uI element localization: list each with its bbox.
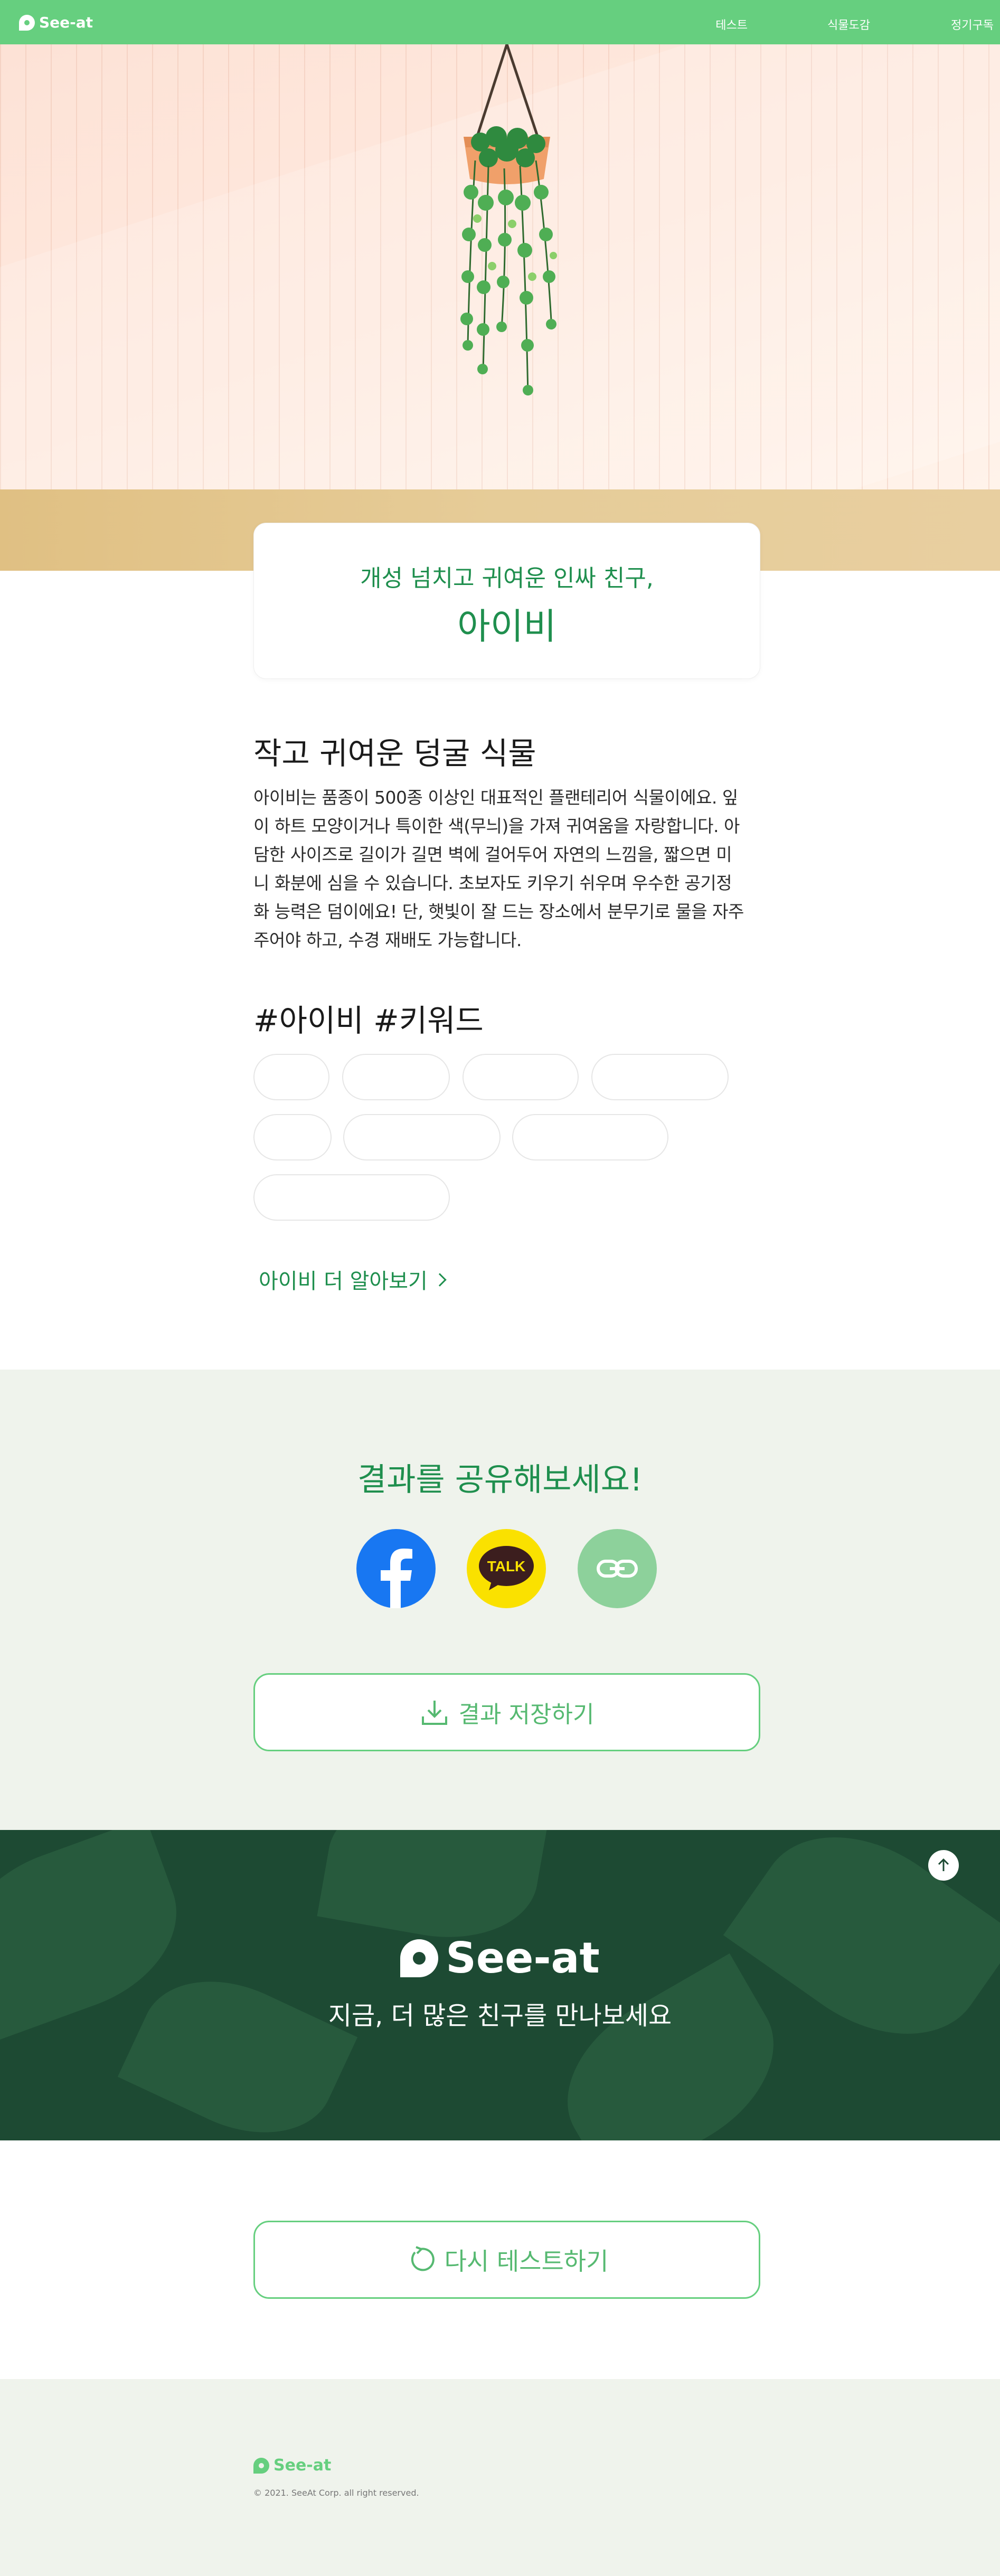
description-line: 아이비는 품종이 500종 이상인 대표적인 플랜테리어 식물이에요. 잎 — [253, 787, 738, 808]
keyword-tag — [512, 1114, 668, 1160]
header-logo-text: See-at — [39, 14, 93, 31]
copy-link-button[interactable] — [578, 1529, 657, 1608]
result-subtitle: 개성 넘치고 귀여운 인싸 친구, — [360, 565, 654, 592]
description-line: 이 하트 모양이거나 특이한 색(무늬)을 가져 귀여움을 자랑합니다. 아 — [253, 816, 740, 836]
learn-more-label: 아이비 더 알아보기 — [259, 1269, 428, 1294]
keyword-tag — [591, 1054, 729, 1100]
result-title: 아이비 — [457, 606, 556, 648]
download-icon — [421, 1701, 447, 1725]
retest-label: 다시 테스트하기 — [444, 2247, 609, 2276]
learn-more-link[interactable]: 아이비 더 알아보기 — [259, 1264, 447, 1295]
facebook-share-button[interactable] — [356, 1529, 436, 1608]
description-text: 아이비는 품종이 500종 이상인 대표적인 플랜테리어 식물이에요. 잎 이 … — [253, 784, 760, 955]
description-line: 담한 사이즈로 길이가 길면 벽에 걸어두어 자연의 느낌을, 짧으면 미 — [253, 844, 732, 865]
scroll-to-top-button[interactable] — [928, 1850, 959, 1881]
share-section: 결과를 공유해보세요! TALK 결과 저장하기 — [0, 1370, 1000, 1830]
chevron-right-icon — [433, 1273, 447, 1287]
nav-plant-guide[interactable]: 식물도감 — [827, 16, 870, 33]
description-line: 화 능력은 덤이에요! 단, 햇빛이 잘 드는 장소에서 분무기로 물을 자주 — [253, 901, 744, 922]
copyright-text: © 2021. SeeAt Corp. all right reserved. — [253, 2488, 419, 2498]
banner-logo: See-at — [0, 1933, 1000, 1983]
banner-logo-text: See-at — [446, 1933, 600, 1983]
banner-subtitle: 지금, 더 많은 친구를 만나보세요 — [328, 2001, 672, 2031]
link-icon — [597, 1560, 638, 1578]
share-title: 결과를 공유해보세요! — [357, 1461, 643, 1498]
result-card: 개성 넘치고 귀여운 인싸 친구, 아이비 — [253, 523, 760, 679]
facebook-icon — [381, 1549, 412, 1608]
kakaotalk-icon: TALK — [479, 1546, 534, 1590]
retest-button[interactable]: 다시 테스트하기 — [253, 2221, 760, 2299]
keyword-tag — [253, 1054, 329, 1100]
footer-logo-text: See-at — [273, 2456, 332, 2475]
keyword-tag — [253, 1174, 450, 1221]
top-navigation-bar: See-at 테스트 식물도감 정기구독 — [0, 0, 1000, 44]
kakaotalk-label: TALK — [487, 1558, 526, 1574]
keyword-tag — [253, 1114, 332, 1160]
header-logo[interactable]: See-at — [19, 14, 93, 31]
description-line: 주어야 하고, 수경 재배도 가능합니다. — [253, 930, 522, 950]
footer: See-at © 2021. SeeAt Corp. all right res… — [0, 2379, 1000, 2576]
keyword-tag — [342, 1054, 450, 1100]
keywords-heading: #아이비 #키워드 — [253, 1003, 484, 1039]
see-at-logo-icon — [19, 14, 35, 31]
description-line: 니 화분에 심을 수 있습니다. 초보자도 키우기 쉬우며 우수한 공기정 — [253, 873, 732, 893]
footer-logo[interactable]: See-at — [253, 2456, 331, 2475]
refresh-icon — [411, 2246, 435, 2271]
see-at-logo-icon — [253, 2457, 269, 2474]
arrow-up-icon — [938, 1858, 949, 1871]
save-result-button[interactable]: 결과 저장하기 — [253, 1673, 760, 1751]
see-at-logo-icon — [400, 1939, 439, 1977]
keyword-tag — [463, 1054, 579, 1100]
promo-banner[interactable]: See-at 지금, 더 많은 친구를 만나보세요 — [0, 1830, 1000, 2140]
kakaotalk-share-button[interactable]: TALK — [467, 1529, 546, 1608]
hanging-ivy-illustration — [460, 44, 557, 396]
description-heading: 작고 귀여운 덩굴 식물 — [253, 735, 536, 771]
keyword-tag — [343, 1114, 501, 1160]
nav-test[interactable]: 테스트 — [715, 16, 748, 33]
save-result-label: 결과 저장하기 — [458, 1701, 595, 1728]
nav-subscription[interactable]: 정기구독 — [951, 16, 994, 33]
